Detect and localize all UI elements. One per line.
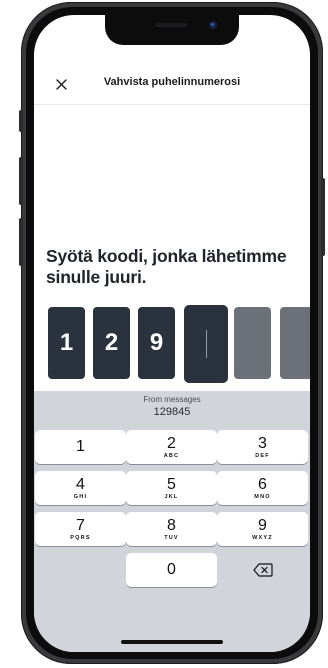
key-digit: 6 <box>258 476 267 493</box>
key-digit: 5 <box>167 476 176 493</box>
key-9[interactable]: 9 WXYZ <box>217 512 308 546</box>
key-digit: 1 <box>76 438 85 455</box>
key-letters: TUV <box>164 535 179 541</box>
code-digit-box[interactable]: 9 <box>138 307 175 379</box>
key-letters: JKL <box>164 494 179 500</box>
code-digit-box[interactable]: 2 <box>93 307 130 379</box>
code-digit-box-active[interactable] <box>184 305 228 383</box>
power-button <box>321 178 325 256</box>
key-digit: 4 <box>76 476 85 493</box>
key-digit: 9 <box>258 517 267 534</box>
code-digit-box[interactable] <box>280 307 310 379</box>
numeric-keypad: From messages 129845 1 2 ABC 3 DEF 4 GHI… <box>34 391 310 652</box>
instruction-heading: Syötä koodi, jonka lähetimme sinulle juu… <box>46 246 287 287</box>
volume-down-button <box>19 218 23 266</box>
text-cursor <box>205 330 207 358</box>
key-digit: 7 <box>76 517 85 534</box>
code-input-row[interactable]: 1 2 9 <box>48 305 310 391</box>
suggestion-code: 129845 <box>153 406 191 418</box>
volume-up-button <box>19 157 23 205</box>
delete-key[interactable] <box>217 553 308 587</box>
mute-switch <box>19 110 23 132</box>
key-digit: 8 <box>167 517 176 534</box>
suggestion-source-label: From messages <box>143 395 201 404</box>
key-2[interactable]: 2 ABC <box>126 430 217 464</box>
key-4[interactable]: 4 GHI <box>35 471 126 505</box>
key-0[interactable]: 0 <box>126 553 217 587</box>
header-divider <box>34 104 310 105</box>
header: Vahvista puhelinnumerosi <box>34 73 310 97</box>
code-digit-box[interactable] <box>234 307 271 379</box>
home-indicator[interactable] <box>121 640 223 644</box>
key-letters: MNO <box>254 494 271 500</box>
key-letters: GHI <box>73 494 88 500</box>
key-digit: 2 <box>167 435 176 452</box>
key-letters: PQRS <box>70 535 91 541</box>
key-5[interactable]: 5 JKL <box>126 471 217 505</box>
key-digit: 3 <box>258 435 267 452</box>
phone-screen: Vahvista puhelinnumerosi Syötä koodi, jo… <box>34 15 310 652</box>
front-camera <box>209 21 217 29</box>
key-letters: DEF <box>255 453 270 459</box>
page-title: Vahvista puhelinnumerosi <box>103 76 241 88</box>
key-letters: ABC <box>163 453 180 459</box>
key-3[interactable]: 3 DEF <box>217 430 308 464</box>
speaker-grille <box>155 23 187 27</box>
key-8[interactable]: 8 TUV <box>126 512 217 546</box>
key-6[interactable]: 6 MNO <box>217 471 308 505</box>
key-1[interactable]: 1 <box>35 430 126 464</box>
code-digit-box[interactable]: 1 <box>48 307 85 379</box>
autofill-suggestion[interactable]: From messages 129845 <box>34 395 310 419</box>
key-digit: 0 <box>167 561 176 578</box>
backspace-icon <box>252 563 273 577</box>
key-7[interactable]: 7 PQRS <box>35 512 126 546</box>
key-letters: WXYZ <box>252 535 273 541</box>
notch <box>105 15 239 45</box>
